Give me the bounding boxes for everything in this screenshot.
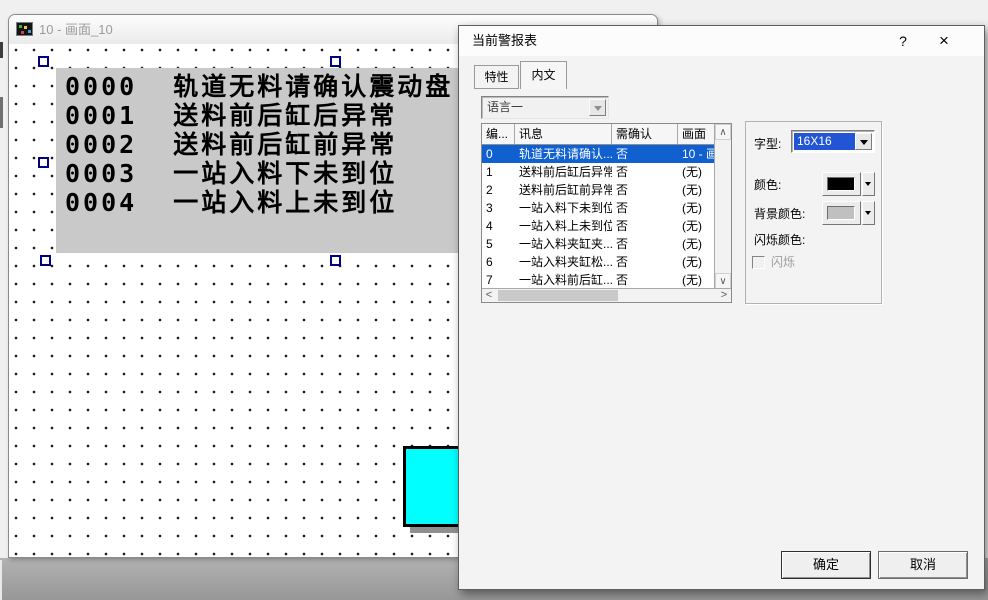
chevron-down-icon[interactable] [855, 133, 872, 150]
blink-checkbox-label: 闪烁 [771, 254, 795, 270]
cell-ack: 否 [612, 235, 678, 253]
cell-screen: (无) [678, 199, 714, 217]
cell-screen: (无) [678, 253, 714, 271]
cell-message: 送料前后缸后异常 [515, 163, 612, 181]
cell-ack: 否 [612, 163, 678, 181]
cell-id: 3 [482, 199, 515, 217]
screen-edge-artifact [0, 42, 3, 58]
selection-handle[interactable] [38, 157, 49, 168]
cell-ack: 否 [612, 271, 678, 289]
bg-color-swatch [827, 206, 855, 220]
cell-screen: (无) [678, 271, 714, 289]
cell-id: 5 [482, 235, 515, 253]
cell-message: 一站入料夹缸松... [515, 253, 612, 271]
table-row[interactable]: 5 一站入料夹缸夹... 否 (无) [482, 235, 714, 253]
app-workspace: 10 - 画面_10 0000 轨道无料请确认震动盘 0001 送料前后缸后异常… [0, 0, 988, 600]
font-label: 字型: [754, 136, 781, 152]
table-row[interactable]: 1 送料前后缸后异常 否 (无) [482, 163, 714, 181]
bg-color-button[interactable] [822, 201, 861, 225]
scroll-left-icon[interactable]: < [482, 289, 496, 302]
cell-id: 2 [482, 181, 515, 199]
screen-thumbnail-icon [16, 22, 33, 36]
scrollbar-thumb[interactable] [498, 290, 618, 301]
cell-ack: 否 [612, 253, 678, 271]
close-button[interactable]: × [929, 26, 959, 56]
bg-color-dropdown-button[interactable] [862, 201, 875, 225]
language-select[interactable]: 语言一 [481, 96, 609, 119]
cell-message: 轨道无料请确认... [515, 145, 612, 163]
blink-color-label: 闪烁颜色: [754, 232, 805, 248]
cell-message: 一站入料下未到位 [515, 199, 612, 217]
font-settings-group: 字型: 16X16 颜色: 背景颜色: 闪烁颜色: 闪烁 [745, 121, 882, 304]
cell-screen: (无) [678, 181, 714, 199]
cell-ack: 否 [612, 145, 678, 163]
cell-screen: (无) [678, 217, 714, 235]
ok-button[interactable]: 确定 [781, 551, 871, 579]
cell-message: 一站入料前后缸... [515, 271, 612, 289]
selection-handle[interactable] [330, 255, 341, 266]
col-header-screen[interactable]: 画面 [678, 124, 714, 144]
table-body: 0 轨道无料请确认... 否 10 - 画 1 送料前后缸后异常 否 (无) 2… [482, 145, 714, 289]
col-header-ack[interactable]: 需确认 [612, 124, 678, 144]
table-row[interactable]: 2 送料前后缸前异常 否 (无) [482, 181, 714, 199]
language-value: 语言一 [487, 97, 523, 118]
cell-screen: (无) [678, 235, 714, 253]
selection-handle[interactable] [38, 56, 49, 67]
dialog-title: 当前警报表 [472, 26, 537, 56]
chevron-down-icon[interactable] [589, 99, 606, 116]
table-header: 编... 讯息 需确认 画面 [482, 124, 714, 145]
font-size-select[interactable]: 16X16 [791, 130, 875, 153]
font-size-value: 16X16 [794, 133, 855, 150]
color-label: 颜色: [754, 177, 781, 193]
table-row[interactable]: 4 一站入料上未到位 否 (无) [482, 217, 714, 235]
cell-ack: 否 [612, 181, 678, 199]
table-row[interactable]: 7 一站入料前后缸... 否 (无) [482, 271, 714, 289]
cell-ack: 否 [612, 217, 678, 235]
blink-checkbox[interactable] [752, 256, 765, 269]
table-row[interactable]: 6 一站入料夹缸松... 否 (无) [482, 253, 714, 271]
col-header-message[interactable]: 讯息 [515, 124, 612, 144]
cell-message: 一站入料夹缸夹... [515, 235, 612, 253]
table-row[interactable]: 3 一站入料下未到位 否 (无) [482, 199, 714, 217]
help-button[interactable]: ? [891, 26, 915, 56]
alarm-table-dialog: 当前警报表 ? × 特性 内文 语言一 编... 讯息 需确认 画面 0 轨道无… [458, 25, 985, 590]
cell-message: 一站入料上未到位 [515, 217, 612, 235]
message-table: 编... 讯息 需确认 画面 0 轨道无料请确认... 否 10 - 画 1 送… [481, 123, 732, 303]
text-color-dropdown-button[interactable] [862, 172, 875, 196]
bg-color-label: 背景颜色: [754, 206, 805, 222]
scroll-up-icon[interactable]: ∧ [715, 124, 731, 140]
cell-id: 4 [482, 217, 515, 235]
screen-edge-artifact [0, 97, 3, 128]
tab-properties[interactable]: 特性 [474, 65, 519, 89]
col-header-id[interactable]: 编... [482, 124, 515, 144]
window-title: 10 - 画面_10 [39, 15, 113, 44]
cell-ack: 否 [612, 199, 678, 217]
table-row[interactable]: 0 轨道无料请确认... 否 10 - 画 [482, 145, 714, 163]
screen-edge-artifact [0, 560, 2, 600]
tab-content[interactable]: 内文 [520, 61, 567, 89]
cell-id: 1 [482, 163, 515, 181]
scroll-down-icon[interactable]: ∨ [715, 273, 731, 289]
cell-message: 送料前后缸前异常 [515, 181, 612, 199]
cell-id: 0 [482, 145, 515, 163]
cell-id: 6 [482, 253, 515, 271]
vertical-scrollbar[interactable]: ∧ ∨ [714, 124, 731, 289]
cancel-button[interactable]: 取消 [878, 551, 968, 579]
horizontal-scrollbar[interactable]: < > [482, 288, 731, 302]
cell-screen: 10 - 画 [678, 145, 714, 163]
scroll-right-icon[interactable]: > [717, 289, 731, 302]
text-color-button[interactable] [822, 172, 861, 196]
selection-handle[interactable] [40, 255, 51, 266]
dialog-titlebar[interactable]: 当前警报表 ? × [459, 26, 984, 56]
cell-id: 7 [482, 271, 515, 289]
text-color-swatch [827, 177, 855, 191]
selection-handle[interactable] [330, 56, 341, 67]
cell-screen: (无) [678, 163, 714, 181]
